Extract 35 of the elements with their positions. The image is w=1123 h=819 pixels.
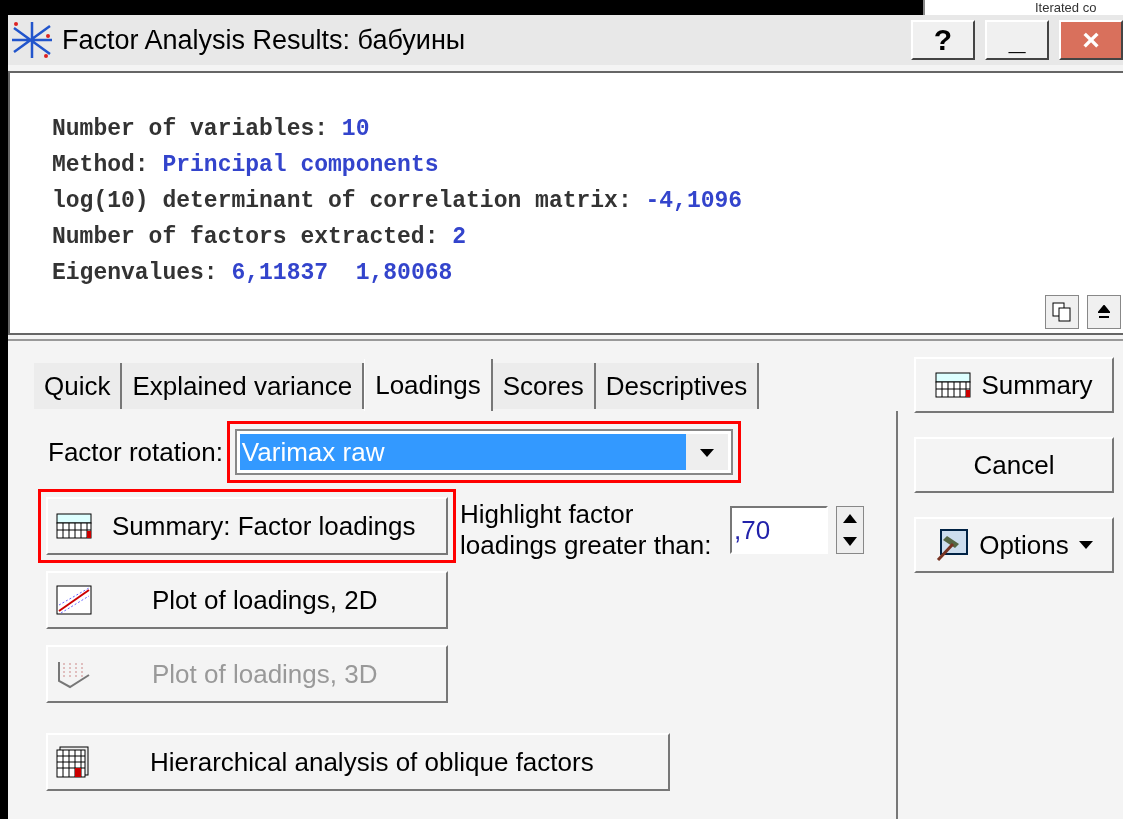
factor-rotation-label: Factor rotation: (48, 435, 223, 469)
cancel-button[interactable]: Cancel (914, 437, 1114, 493)
line-chart-icon (56, 585, 92, 615)
copy-button[interactable] (1045, 295, 1079, 329)
tab[interactable]: Descriptives (595, 363, 760, 409)
minimize-button[interactable]: _ (985, 20, 1049, 60)
output-line: Eigenvalues: 6,11837 1,80068 (52, 259, 454, 288)
tab[interactable]: Scores (492, 363, 596, 409)
tab[interactable]: Explained variance (122, 363, 365, 409)
hierarchical-analysis-button[interactable]: Hierarchical analysis of oblique factors (46, 733, 670, 791)
collapse-button[interactable] (1087, 295, 1121, 329)
tab[interactable]: Quick (34, 363, 123, 409)
table-icon (56, 513, 92, 539)
grid-icon (56, 746, 90, 778)
output-line: Method: Principal components (52, 151, 440, 180)
options-button[interactable]: Options (914, 517, 1114, 573)
copy-icon (1052, 302, 1072, 322)
background-window-text: Iterated co (1035, 0, 1098, 15)
action-button[interactable]: Summary: Factor loadings (46, 497, 448, 555)
table-icon (935, 372, 972, 398)
star-burst-icon (10, 20, 54, 60)
action-button[interactable]: Plot of loadings, 2D (46, 571, 448, 629)
output-line: Number of factors extracted: 2 (52, 223, 468, 252)
output-line: log(10) determinant of correlation matrix: -4,1096 (52, 187, 744, 216)
threshold-field[interactable]: ,70 (730, 506, 828, 554)
tab[interactable]: Loadings (364, 359, 493, 411)
summary-button[interactable]: Summary (914, 357, 1114, 413)
highlight-threshold-label: Highlight factor loadings greater than: (460, 499, 713, 561)
cube-chart-icon (56, 659, 92, 689)
caret-icon (1078, 540, 1093, 550)
hammer-icon (935, 528, 970, 562)
spinner[interactable] (836, 506, 864, 554)
help-button[interactable]: ? (911, 20, 975, 60)
window-title: Factor Analysis Results: бабуины (62, 23, 466, 57)
output-line: Number of variables: 10 (52, 115, 371, 144)
